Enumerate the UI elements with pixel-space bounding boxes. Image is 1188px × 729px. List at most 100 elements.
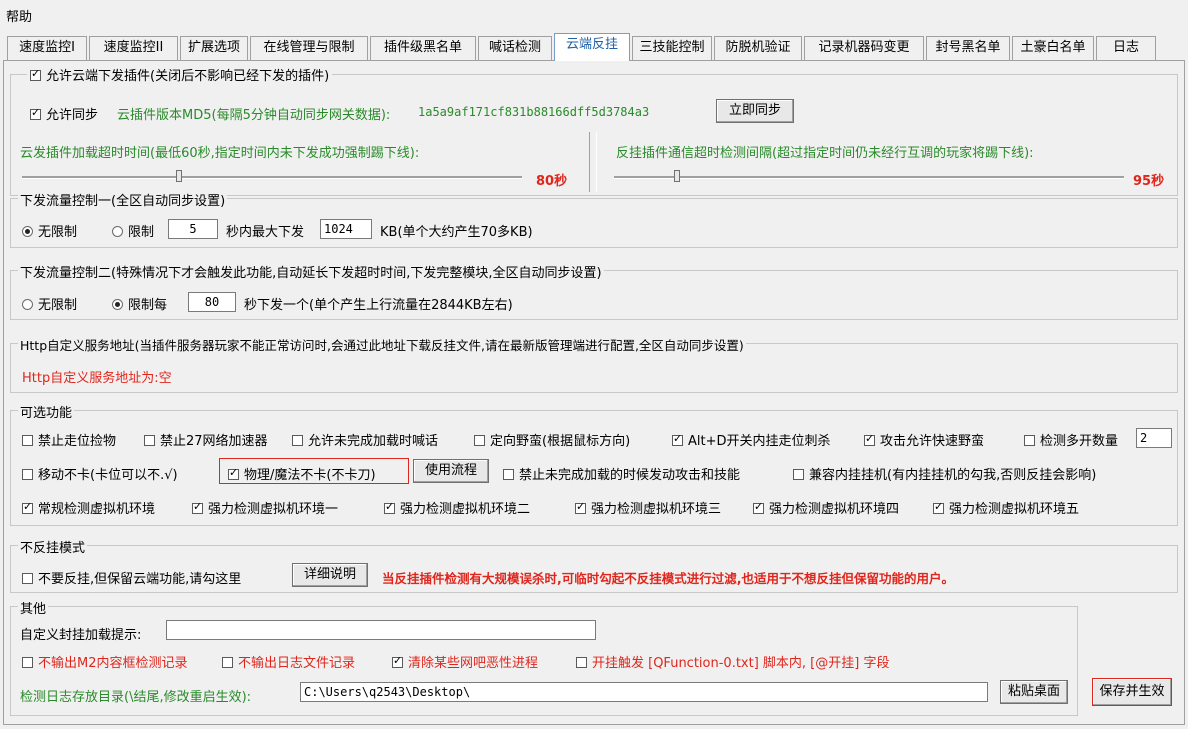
checkbox[interactable] xyxy=(392,654,403,668)
allow-cloud-checkbox[interactable]: 允许云端下发插件(关闭后不影响已经下发的插件) xyxy=(27,65,333,84)
checkbox[interactable] xyxy=(292,435,303,446)
sync-now-button[interactable]: 立即同步 xyxy=(716,99,794,123)
checkbox[interactable] xyxy=(384,500,395,514)
checkbox[interactable] xyxy=(30,106,41,120)
opt-phys-magic-no-lag[interactable]: 物理/魔法不卡(不卡刀) xyxy=(228,464,376,483)
timeout-value: 80秒 xyxy=(536,174,568,189)
tab-3[interactable]: 在线管理与限制 xyxy=(250,36,368,60)
radio[interactable] xyxy=(112,226,123,237)
checkbox[interactable] xyxy=(1024,435,1035,446)
checkbox[interactable] xyxy=(864,432,875,446)
tab-10[interactable]: 封号黑名单 xyxy=(926,36,1010,60)
radio[interactable] xyxy=(112,299,123,310)
tab-9[interactable]: 记录机器码变更 xyxy=(804,36,924,60)
flow1-seconds-input[interactable]: 5 xyxy=(168,219,218,239)
timeout-slider-thumb[interactable] xyxy=(176,170,182,182)
checkbox[interactable] xyxy=(753,500,764,514)
opt-label: Alt+D开关内挂走位刺杀 xyxy=(688,434,831,449)
opt-vm-5[interactable]: 强力检测虚拟机环境五 xyxy=(933,498,1079,517)
opt-fast-barbarian[interactable]: 攻击允许快速野蛮 xyxy=(864,430,984,449)
checkbox[interactable] xyxy=(228,466,239,480)
opt-directed-barbarian[interactable]: 定向野蛮(根据鼠标方向) xyxy=(474,430,630,449)
tab-8[interactable]: 防脱机验证 xyxy=(714,36,802,60)
checkbox[interactable] xyxy=(793,469,804,480)
tab-6[interactable]: 云端反挂 xyxy=(554,33,630,61)
opt-no-attack-before-load[interactable]: 禁止未完成加载的时候发动攻击和技能 xyxy=(503,464,740,483)
checkbox[interactable] xyxy=(222,657,233,668)
radio[interactable] xyxy=(22,299,33,310)
opt-no-log-file[interactable]: 不输出日志文件记录 xyxy=(222,652,355,671)
opt-label: 强力检测虚拟机环境三 xyxy=(591,502,722,517)
tab-2[interactable]: 扩展选项 xyxy=(180,36,248,60)
opt-label: 兼容内挂挂机(有内挂挂机的勾我,否则反挂会影响) xyxy=(809,468,1097,483)
radio[interactable] xyxy=(22,226,33,237)
checkbox[interactable] xyxy=(22,435,33,446)
noanti-title: 不反挂模式 xyxy=(18,537,88,556)
tab-11[interactable]: 土豪白名单 xyxy=(1012,36,1094,60)
details-button[interactable]: 详细说明 xyxy=(292,563,368,587)
checkbox[interactable] xyxy=(144,435,155,446)
tab-0[interactable]: 速度监控I xyxy=(7,36,87,60)
checkbox[interactable] xyxy=(474,435,485,446)
log-dir-input[interactable]: C:\Users\q2543\Desktop\ xyxy=(300,682,988,702)
checkbox[interactable] xyxy=(672,432,683,446)
opt-label: 不输出日志文件记录 xyxy=(238,656,356,671)
comm-slider-track[interactable] xyxy=(614,176,1124,179)
checkbox[interactable] xyxy=(576,657,587,668)
tab-7[interactable]: 三技能控制 xyxy=(632,36,712,60)
flow1-limit-radio[interactable]: 限制 xyxy=(112,221,154,240)
usage-flow-button[interactable]: 使用流程 xyxy=(413,459,489,483)
opt-allow-shout[interactable]: 允许未完成加载时喊话 xyxy=(292,430,438,449)
http-title: Http自定义服务地址(当插件服务器玩家不能正常访问时,会通过此地址下载反挂文件… xyxy=(18,335,746,354)
opt-label: 定向野蛮(根据鼠标方向) xyxy=(490,434,631,449)
multi-count-input[interactable]: 2 xyxy=(1136,428,1172,448)
flow2-tail-label: 秒下发一个(单个产生上行流量在2844KB左右) xyxy=(244,298,513,313)
checkbox[interactable] xyxy=(22,500,33,514)
opt-vm-1[interactable]: 强力检测虚拟机环境一 xyxy=(192,498,338,517)
checkbox[interactable] xyxy=(22,573,33,584)
paste-desktop-button[interactable]: 粘贴桌面 xyxy=(1000,680,1068,704)
opt-vm-3[interactable]: 强力检测虚拟机环境三 xyxy=(575,498,721,517)
opt-vm-2[interactable]: 强力检测虚拟机环境二 xyxy=(384,498,530,517)
flow2-limit-radio[interactable]: 限制每 xyxy=(112,294,167,313)
allow-sync-checkbox[interactable]: 允许同步 xyxy=(30,104,98,123)
menu-help[interactable]: 帮助 xyxy=(6,6,32,25)
opt-vm-normal[interactable]: 常规检测虚拟机环境 xyxy=(22,498,155,517)
md5-label: 云插件版本MD5(每隔5分钟自动同步网关数据): xyxy=(117,108,391,123)
opt-no-walk-pick[interactable]: 禁止走位捡物 xyxy=(22,430,116,449)
checkbox[interactable] xyxy=(192,500,203,514)
tab-1[interactable]: 速度监控II xyxy=(89,36,178,60)
checkbox[interactable] xyxy=(933,500,944,514)
custom-prompt-input[interactable] xyxy=(166,620,596,640)
opt-no-m2-log[interactable]: 不输出M2内容框检测记录 xyxy=(22,652,188,671)
opt-move-no-lag[interactable]: 移动不卡(卡位可以不.√) xyxy=(22,464,178,483)
opt-label: 不输出M2内容框检测记录 xyxy=(38,656,188,671)
checkbox[interactable] xyxy=(22,469,33,480)
save-apply-button[interactable]: 保存并生效 xyxy=(1092,678,1172,706)
checkbox[interactable] xyxy=(503,469,514,480)
noanti-checkbox[interactable]: 不要反挂,但保留云端功能,请勾这里 xyxy=(22,568,241,587)
flow2-seconds-input[interactable]: 80 xyxy=(188,292,236,312)
opt-trigger-script[interactable]: 开挂触发 [QFunction-0.txt] 脚本内, [@开挂] 字段 xyxy=(576,652,889,671)
opt-no-27[interactable]: 禁止27网络加速器 xyxy=(144,430,268,449)
opt-vm-4[interactable]: 强力检测虚拟机环境四 xyxy=(753,498,899,517)
flow1-unlimited-radio[interactable]: 无限制 xyxy=(22,221,77,240)
checkbox[interactable] xyxy=(575,500,586,514)
checkbox[interactable] xyxy=(30,67,41,81)
tab-5[interactable]: 喊话检测 xyxy=(478,36,552,60)
timeout-label: 云发插件加载超时时间(最低60秒,指定时间内未下发成功强制踢下线): xyxy=(20,146,420,161)
opt-altd[interactable]: Alt+D开关内挂走位刺杀 xyxy=(672,430,831,449)
opt-clear-processes[interactable]: 清除某些网吧恶性进程 xyxy=(392,652,538,671)
timeout-slider-track[interactable] xyxy=(22,176,522,179)
opt-compat-auto[interactable]: 兼容内挂挂机(有内挂挂机的勾我,否则反挂会影响) xyxy=(793,464,1096,483)
opt-multi-open[interactable]: 检测多开数量 xyxy=(1024,430,1118,449)
tab-4[interactable]: 插件级黑名单 xyxy=(370,36,476,60)
optional-title: 可选功能 xyxy=(18,402,75,421)
checkbox[interactable] xyxy=(22,657,33,668)
flow2-unlimited-radio[interactable]: 无限制 xyxy=(22,294,77,313)
divider xyxy=(589,132,597,192)
allow-sync-label: 允许同步 xyxy=(46,108,99,123)
flow1-kb-input[interactable]: 1024 xyxy=(320,219,372,239)
tab-12[interactable]: 日志 xyxy=(1096,36,1156,60)
comm-slider-thumb[interactable] xyxy=(674,170,680,182)
